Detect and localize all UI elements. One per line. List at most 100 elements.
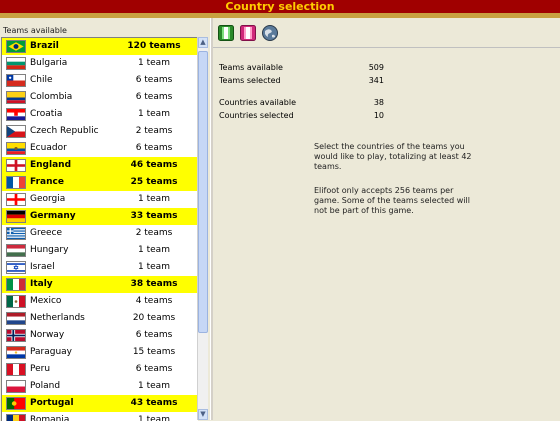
globe-button[interactable] [262,25,278,41]
team-count: 1 team [138,109,170,119]
team-count: 6 teams [135,75,173,85]
team-count: 46 teams [130,160,178,170]
teams-available-label: Teams available [219,63,283,72]
country-row[interactable]: Bulgaria 1 team [2,55,198,72]
team-count: 1 team [138,58,170,68]
germany-flag-icon [6,210,26,223]
country-row[interactable]: England 46 teams [2,157,198,174]
country-name: Mexico [30,296,62,306]
country-name: Portugal [30,398,74,408]
team-count: 6 teams [135,92,173,102]
country-name: Netherlands [30,313,85,323]
teams-selected-value: 341 [368,76,384,85]
team-count: 33 teams [130,211,178,221]
greece-flag-icon [6,227,26,240]
country-row[interactable]: Croatia 1 team [2,106,198,123]
country-name: Chile [30,75,53,85]
scroll-up-arrow-icon[interactable]: ▲ [198,37,208,48]
country-name: Georgia [30,194,66,204]
countries-selected-value: 10 [373,111,384,120]
country-name: Peru [30,364,51,374]
country-name: Greece [30,228,63,238]
team-count: 1 team [138,245,170,255]
country-row[interactable]: Paraguay 15 teams [2,344,198,361]
peru-flag-icon [6,363,26,376]
window-title: Country selection [0,0,560,13]
country-row[interactable]: Israel 1 team [2,259,198,276]
select-all-button[interactable] [218,25,234,41]
country-name: Colombia [30,92,73,102]
instruction-note: Select the countries of the teams you wo… [314,142,472,171]
team-count: 2 teams [135,126,173,136]
hungary-flag-icon [6,244,26,257]
team-count: 15 teams [132,347,176,357]
countries-available-value: 38 [373,98,384,107]
unselect-all-button[interactable] [240,25,256,41]
ecuador-flag-icon [6,142,26,155]
country-row[interactable]: Germany 33 teams [2,208,198,225]
country-row[interactable]: Mexico 4 teams [2,293,198,310]
country-name: Germany [30,211,76,221]
teams-selected-label: Teams selected [219,76,281,85]
team-count: 4 teams [135,296,173,306]
country-row[interactable]: Poland 1 team [2,378,198,395]
country-row[interactable]: France 25 teams [2,174,198,191]
team-count: 2 teams [135,228,173,238]
bulgaria-flag-icon [6,57,26,70]
england-flag-icon [6,159,26,172]
colombia-flag-icon [6,91,26,104]
france-flag-icon [6,176,26,189]
mexico-flag-icon [6,295,26,308]
scroll-down-arrow-icon[interactable]: ▼ [198,409,208,420]
country-row[interactable]: Greece 2 teams [2,225,198,242]
team-count: 1 team [138,381,170,391]
team-count: 1 team [138,194,170,204]
select-all-icon [218,25,234,41]
team-count: 38 teams [130,279,178,289]
country-row[interactable]: Georgia 1 team [2,191,198,208]
team-count: 120 teams [127,41,181,51]
country-name: Norway [30,330,65,340]
country-list[interactable]: Brazil 120 teams Bulgaria 1 team Chile 6 team… [1,37,198,421]
country-row[interactable]: Hungary 1 team [2,242,198,259]
country-name: Israel [30,262,55,272]
portugal-flag-icon [6,397,26,410]
georgia-flag-icon [6,193,26,206]
country-row[interactable]: Czech Republic 2 teams [2,123,198,140]
scroll-thumb[interactable] [198,51,208,333]
list-scrollbar[interactable]: ▲ ▼ [197,37,208,420]
country-row[interactable]: Italy 38 teams [2,276,198,293]
country-name: Czech Republic [30,126,99,136]
team-count: 6 teams [135,143,173,153]
unselect-all-icon [240,25,256,41]
country-row[interactable]: Norway 6 teams [2,327,198,344]
country-row[interactable]: Ecuador 6 teams [2,140,198,157]
team-count: 6 teams [135,330,173,340]
panel-divider [210,18,213,420]
paraguay-flag-icon [6,346,26,359]
czech-flag-icon [6,125,26,138]
country-row[interactable]: Colombia 6 teams [2,89,198,106]
country-row[interactable]: Peru 6 teams [2,361,198,378]
country-name: Poland [30,381,61,391]
team-count: 20 teams [132,313,176,323]
country-row[interactable]: Brazil 120 teams [2,38,198,55]
israel-flag-icon [6,261,26,274]
countries-selected-label: Countries selected [219,111,294,120]
country-row[interactable]: Portugal 43 teams [2,395,198,412]
team-count: 1 team [138,262,170,272]
country-name: Paraguay [30,347,73,357]
netherlands-flag-icon [6,312,26,325]
countries-available-label: Countries available [219,98,297,107]
country-row[interactable]: Chile 6 teams [2,72,198,89]
country-name: Croatia [30,109,63,119]
toolbar [213,18,560,48]
country-name: England [30,160,72,170]
limit-note: Elifoot only accepts 256 teams per game.… [314,186,470,215]
country-row[interactable]: Netherlands 20 teams [2,310,198,327]
country-name: Italy [30,279,53,289]
country-name: Bulgaria [30,58,68,68]
globe-icon [262,25,278,41]
teams-available-value: 509 [368,63,384,72]
team-count: 43 teams [130,398,178,408]
